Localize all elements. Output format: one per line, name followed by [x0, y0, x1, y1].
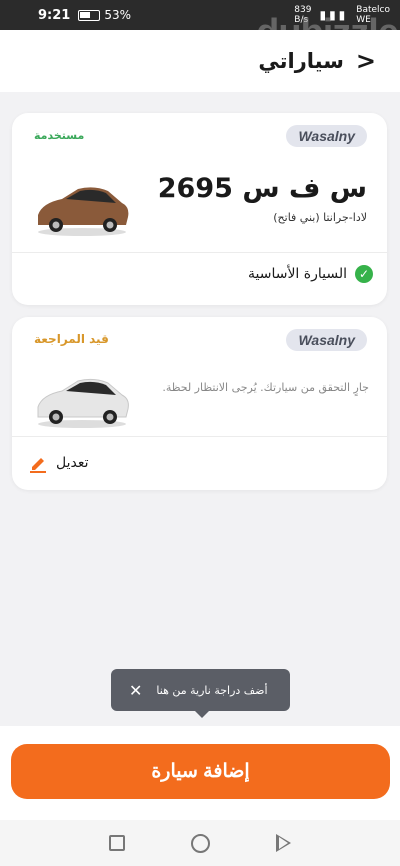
check-icon: ✓	[355, 265, 373, 283]
page-title: سياراتي	[258, 49, 344, 73]
car-card-pending[interactable]: قيد المراجعة Wasalny .جارٍ التحقق من سيا…	[12, 317, 387, 490]
close-icon[interactable]: ✕	[129, 681, 142, 700]
car-image	[38, 187, 129, 236]
primary-car-row: السيارة الأساسية ✓	[248, 265, 373, 283]
system-nav-bar	[0, 820, 400, 866]
car-status-badge: قيد المراجعة	[34, 332, 109, 346]
battery-indicator: 53%	[78, 8, 131, 22]
add-car-button[interactable]: إضافة سيارة	[11, 744, 390, 799]
back-icon[interactable]	[276, 834, 291, 852]
back-chevron-icon[interactable]: >	[356, 49, 376, 73]
add-motorcycle-tooltip: ✕ أضف دراجة نارية من هنا	[111, 669, 290, 718]
status-time: 9:21	[38, 7, 71, 23]
primary-car-label: السيارة الأساسية	[247, 266, 347, 282]
brand-pill: Wasalny	[286, 329, 367, 351]
car-card-primary[interactable]: مستخدمة Wasalny س ف س 2695 لادا-جرانتا (…	[12, 113, 387, 305]
brand-pill: Wasalny	[286, 125, 367, 147]
page-header: سياراتي >	[0, 30, 400, 92]
card-divider	[12, 436, 387, 437]
pending-message: .جارٍ التحقق من سيارتك. يُرجى الانتظار ل…	[162, 381, 369, 394]
card-divider	[12, 252, 387, 253]
battery-icon	[78, 9, 101, 21]
home-icon[interactable]	[191, 833, 210, 853]
tooltip-text: أضف دراجة نارية من هنا	[156, 683, 268, 697]
edit-button[interactable]: تعديل	[28, 453, 89, 473]
car-status-badge: مستخدمة	[34, 129, 85, 142]
edit-label: تعديل	[56, 455, 89, 471]
car-model: لادا-جرانتا (بني فاتح)	[273, 211, 367, 224]
recents-icon[interactable]	[109, 835, 125, 851]
battery-percent: 53%	[104, 8, 132, 22]
car-image	[37, 378, 129, 428]
plate-number: س ف س 2695	[157, 173, 367, 204]
pencil-icon	[30, 458, 46, 473]
